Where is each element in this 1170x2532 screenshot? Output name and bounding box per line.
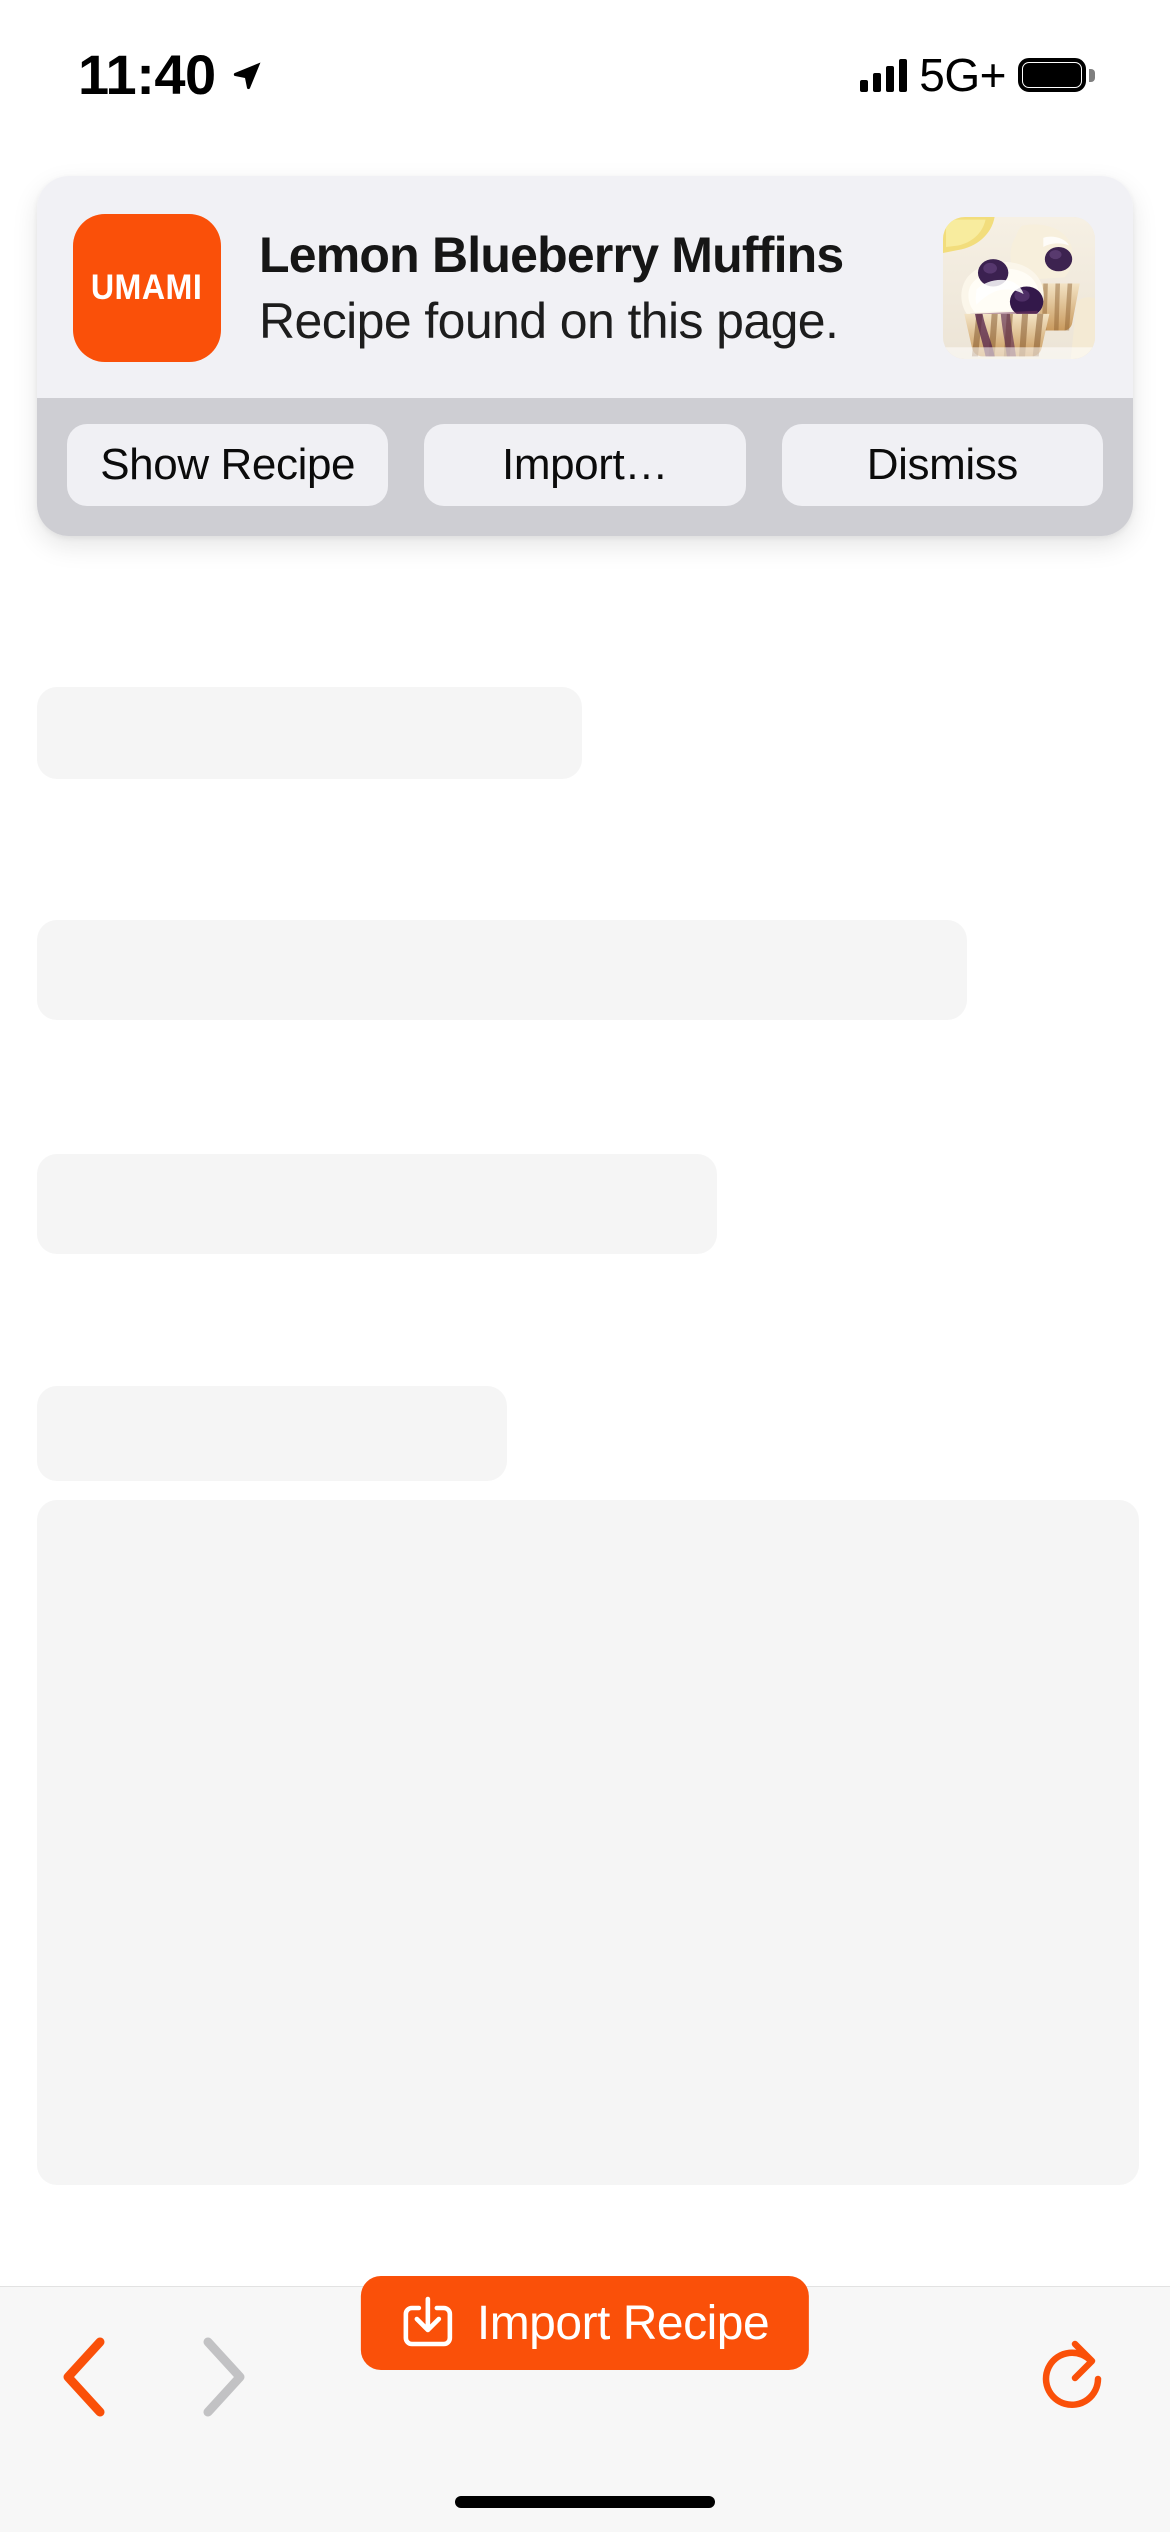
- network-type-label: 5G+: [919, 49, 1006, 101]
- muffins-photo: [943, 217, 1095, 359]
- chevron-left-icon: [63, 2337, 105, 2417]
- forward-button[interactable]: [168, 2322, 278, 2432]
- content-placeholder-block: [37, 1154, 717, 1254]
- dismiss-button[interactable]: Dismiss: [781, 424, 1103, 506]
- battery-full-icon: [1018, 58, 1095, 92]
- import-recipe-button[interactable]: Import Recipe: [360, 2276, 810, 2370]
- location-arrow-icon: [233, 62, 261, 90]
- back-button[interactable]: [28, 2322, 138, 2432]
- reload-button[interactable]: [1020, 2322, 1130, 2432]
- home-indicator: [455, 2496, 715, 2508]
- recipe-subtitle: Recipe found on this page.: [259, 292, 839, 349]
- umami-app-icon: UMAMI: [73, 214, 221, 362]
- content-placeholder-block: [37, 1500, 1139, 2185]
- chevron-right-icon: [203, 2337, 245, 2417]
- content-placeholder-block: [37, 687, 582, 779]
- cellular-signal-icon: [860, 58, 908, 92]
- reload-clockwise-icon: [1042, 2340, 1102, 2408]
- square-and-arrow-down-icon: [403, 2296, 453, 2347]
- recipe-detected-banner: UMAMI Lemon Blueberry Muffins Recipe fou…: [37, 176, 1133, 536]
- status-bar-right: 5G+: [860, 49, 1095, 101]
- toolbar-controls: Import Recipe: [0, 2276, 1170, 2467]
- umami-app-icon-label: UMAMI: [91, 268, 203, 307]
- show-recipe-button[interactable]: Show Recipe: [67, 424, 389, 506]
- banner-info-row: UMAMI Lemon Blueberry Muffins Recipe fou…: [37, 176, 1133, 398]
- status-bar-clock: 11:40: [78, 43, 216, 106]
- content-placeholder-block: [37, 920, 967, 1020]
- recipe-title: Lemon Blueberry Muffins: [259, 226, 844, 283]
- content-placeholder-block: [37, 1386, 507, 1481]
- status-bar-left: 11:40: [78, 47, 264, 103]
- banner-action-row: Show Recipe Import… Dismiss: [37, 398, 1133, 536]
- recipe-thumbnail: [943, 217, 1095, 359]
- import-recipe-label: Import Recipe: [476, 2296, 770, 2350]
- banner-text-block: Lemon Blueberry Muffins Recipe found on …: [251, 226, 913, 351]
- browser-toolbar: Import Recipe: [0, 2276, 1170, 2532]
- import-ellipsis-button[interactable]: Import…: [424, 424, 746, 506]
- status-bar: 11:40 5G+: [0, 0, 1170, 150]
